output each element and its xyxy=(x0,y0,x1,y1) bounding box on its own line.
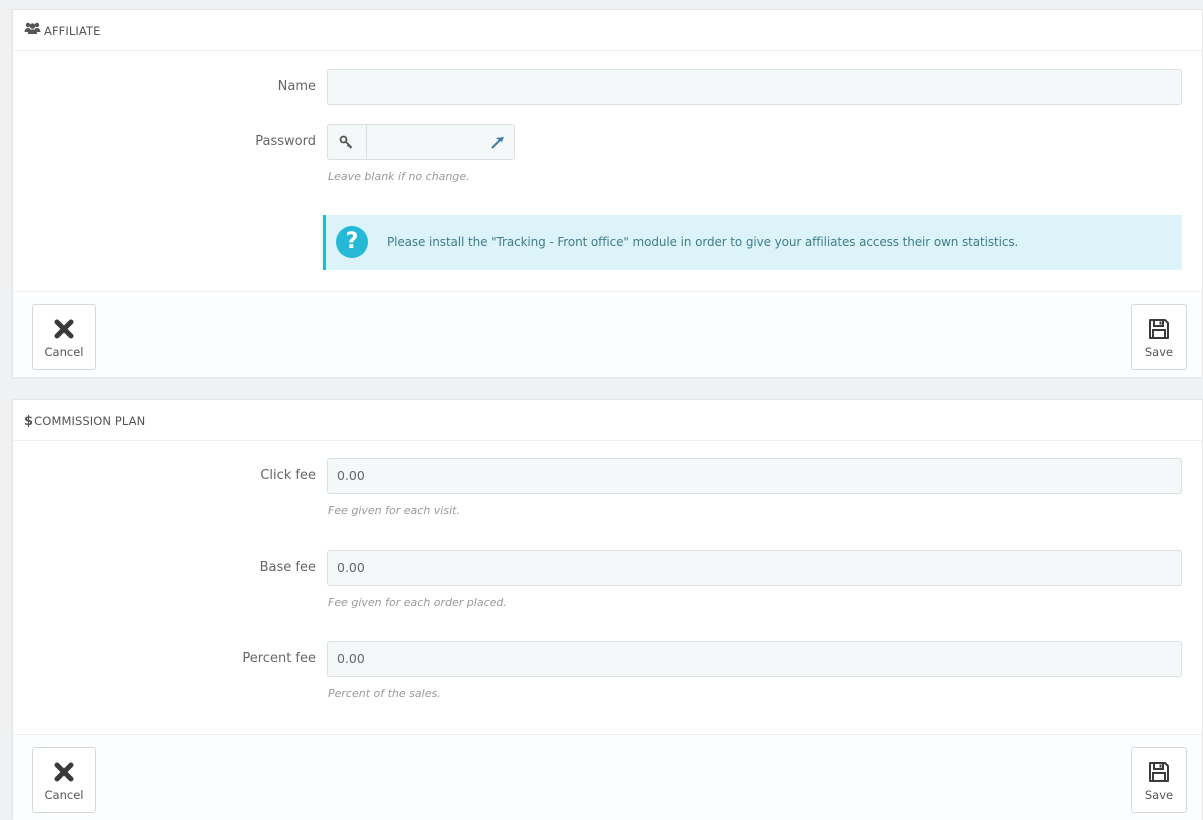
password-input-group xyxy=(327,124,515,160)
save-button[interactable]: Save xyxy=(1131,747,1187,813)
commission-panel: $COMMISSION PLAN Click fee 0.00 Fee give… xyxy=(12,399,1203,820)
users-icon xyxy=(24,9,41,51)
question-circle-icon: ? xyxy=(336,226,368,258)
name-input[interactable] xyxy=(327,69,1182,105)
commission-panel-footer: Cancel Save xyxy=(13,734,1202,820)
commission-panel-heading: $COMMISSION PLAN xyxy=(13,400,1202,441)
password-help: Leave blank if no change. xyxy=(328,170,470,183)
info-alert: ? Please install the "Tracking - Front o… xyxy=(323,215,1182,270)
save-button-label: Save xyxy=(1144,345,1174,359)
save-icon xyxy=(1147,317,1171,341)
dollar-icon: $ xyxy=(24,414,34,429)
cancel-button-label: Cancel xyxy=(44,788,84,802)
cancel-button[interactable]: Cancel xyxy=(32,304,96,370)
click-fee-input[interactable]: 0.00 xyxy=(327,458,1182,494)
cancel-button-label: Cancel xyxy=(44,345,84,359)
affiliate-heading-title: AFFILIATE xyxy=(44,24,101,38)
affiliate-panel-heading: AFFILIATE xyxy=(13,10,1202,51)
commission-heading-title: COMMISSION PLAN xyxy=(34,414,146,428)
close-icon xyxy=(52,760,76,784)
generate-password-icon[interactable] xyxy=(490,134,506,150)
click-fee-label: Click fee xyxy=(260,468,316,483)
percent-fee-input[interactable]: 0.00 xyxy=(327,641,1182,677)
base-fee-input[interactable]: 0.00 xyxy=(327,550,1182,586)
base-fee-label: Base fee xyxy=(259,560,316,575)
affiliate-panel-footer: Cancel Save xyxy=(13,291,1202,377)
percent-fee-label: Percent fee xyxy=(242,651,316,666)
base-fee-help: Fee given for each order placed. xyxy=(328,596,507,609)
save-icon xyxy=(1147,760,1171,784)
click-fee-help: Fee given for each visit. xyxy=(328,504,460,517)
info-alert-text: Please install the "Tracking - Front off… xyxy=(387,235,1019,249)
save-button-label: Save xyxy=(1144,788,1174,802)
close-icon xyxy=(52,317,76,341)
name-label: Name xyxy=(277,79,316,94)
affiliate-panel: AFFILIATE Name Password Leave blank if n… xyxy=(12,9,1203,377)
password-label: Password xyxy=(255,134,316,149)
save-button[interactable]: Save xyxy=(1131,304,1187,370)
key-icon xyxy=(328,125,367,159)
percent-fee-help: Percent of the sales. xyxy=(328,687,441,700)
cancel-button[interactable]: Cancel xyxy=(32,747,96,813)
